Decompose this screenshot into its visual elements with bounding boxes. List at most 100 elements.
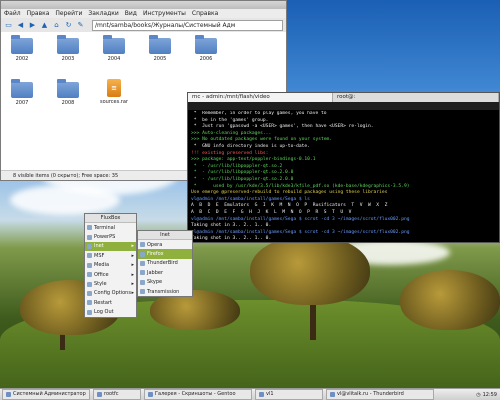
back-arrow-icon[interactable]: ◀ [16,21,25,30]
menu-item-label: Style [94,281,107,288]
app-icon [87,234,92,240]
folder-item[interactable]: 2006 [186,35,226,62]
task-label: vl1 [266,391,274,397]
browser-icon [148,392,153,397]
menu-item-style[interactable]: Style ▸ [85,279,136,288]
menu-item-label: Transmission [147,288,180,295]
submenu-item-opera[interactable]: Opera [138,240,192,249]
task-thunderbird[interactable]: vl@vlitalk.ru - Thunderbird [326,389,434,400]
terminal-tabbar: mc - admin:/mnt/flash/video root@: [188,93,499,102]
menu-item-label: Log Out [94,309,114,316]
app-icon [140,289,145,295]
file-manager-menubar: Файл Правка Перейти Закладки Вид Инструм… [1,9,286,18]
submenu-arrow-icon: ▸ [131,290,134,297]
submenu-item-firefox[interactable]: Firefox [138,249,192,259]
up-arrow-icon[interactable]: ▲ [40,21,49,30]
menu-item-media[interactable]: Media ▸ [85,261,136,270]
inet-submenu: Inet Opera Firefox ThunderBird Jabber Skype T… [137,230,193,298]
clock[interactable]: ◷ 12:59 [476,392,497,398]
task-vl1[interactable]: vl1 [255,389,323,400]
address-field[interactable]: /mnt/samba/books/Журналы/Системный Адм [92,19,283,31]
submenu-arrow-icon: ▸ [131,252,134,259]
menu-item-office[interactable]: Office ▸ [85,270,136,279]
app-icon [87,253,92,259]
archive-item[interactable]: ≡ sources.rar [94,79,134,105]
menu-item-label: Config Options [94,290,131,297]
folder-item[interactable]: 2005 [140,35,180,62]
file-manager-titlebar[interactable] [1,1,286,9]
menu-item-powerps[interactable]: PowerPS [85,232,136,241]
app-icon [87,262,92,268]
menu-help[interactable]: Справка [192,10,218,17]
folder-item[interactable]: 2007 [2,79,42,106]
submenu-item-jabber[interactable]: Jabber [138,268,192,277]
mail-icon [330,392,335,397]
folder-icon [103,35,125,54]
submenu-title: Inet [138,231,192,240]
folder-icon [11,35,33,54]
terminal-output[interactable]: * Remember, in order to play games, you … [189,111,500,241]
menu-item-label: Skype [147,279,163,286]
task-rootfc[interactable]: rootfc [93,389,141,400]
menu-file[interactable]: Файл [4,10,21,17]
task-system-admin[interactable]: Системный Администратор [2,389,90,400]
menu-item-label: Office [94,271,109,278]
app-icon [140,251,145,257]
folder-icon [11,79,33,98]
folder-item[interactable]: 2008 [48,79,88,106]
folder-item[interactable]: 2002 [2,35,42,62]
window-icon [6,392,11,397]
reload-icon[interactable]: ↻ [64,21,73,30]
menu-view[interactable]: Вид [125,10,137,17]
terminal-separator [188,102,499,110]
menu-item-label: ThunderBird [147,260,178,267]
submenu-item-thunderbird[interactable]: ThunderBird [138,259,192,268]
menu-tools[interactable]: Инструменты [143,10,186,17]
item-label: 2007 [15,100,29,106]
menu-item-msf[interactable]: MSF ▸ [85,251,136,260]
folder-item[interactable]: 2004 [94,35,134,62]
menu-item-terminal[interactable]: Terminal [85,223,136,232]
app-icon [140,270,145,276]
folder-item[interactable]: 2003 [48,35,88,62]
new-tab-icon[interactable]: ▭ [4,21,13,30]
window-icon [259,392,264,397]
menu-item-config-options[interactable]: Config Options ▸ [85,289,136,298]
menu-item-label: Terminal [94,224,116,231]
submenu-arrow-icon: ▸ [131,271,134,278]
task-label: Системный Администратор [13,391,86,397]
tab-mc[interactable]: mc - admin:/mnt/flash/video [188,93,333,102]
task-label: rootfc [104,391,119,397]
submenu-item-transmission[interactable]: Transmission [138,287,192,296]
task-gallery[interactable]: Галерея - Скриншоты - Gentoo [144,389,252,400]
task-label: Галерея - Скриншоты - Gentoo [155,391,236,397]
home-icon[interactable]: ⌂ [52,21,61,30]
app-icon [87,272,92,278]
menu-item-log-out[interactable]: Log Out [85,308,136,317]
edit-location-icon[interactable]: ✎ [76,21,85,30]
menu-item-restart[interactable]: Restart [85,298,136,307]
archive-icon: ≡ [107,79,121,97]
menu-item-label: PowerPS [94,234,116,241]
terminal-line: Taking shot in 3.. 2.. 1.. 0. [191,236,272,241]
taskbar: Системный Администратор rootfc Галерея -… [0,388,500,400]
menu-edit[interactable]: Правка [27,10,50,17]
submenu-arrow-icon: ▸ [131,243,134,250]
submenu-arrow-icon: ▸ [131,281,134,288]
menu-go[interactable]: Перейти [55,10,82,17]
menu-item-label: Firefox [147,251,164,258]
tab-root[interactable]: root@: [333,93,499,102]
menu-bookmarks[interactable]: Закладки [88,10,118,17]
terminal-window: mc - admin:/mnt/flash/video root@: * Rem… [187,92,500,243]
terminal-line: * GNU info directory index is up-to-date… [191,143,310,149]
task-label: vl@vlitalk.ru - Thunderbird [337,391,404,397]
menu-item-label: Restart [94,299,112,306]
forward-arrow-icon[interactable]: ▶ [28,21,37,30]
menu-item-inet[interactable]: Inet ▸ [85,241,136,252]
menu-item-label: Media [94,262,110,269]
app-icon [87,243,92,249]
terminal-line: >>> No outdated packages were found on y… [191,137,333,143]
folder-icon [57,35,79,54]
terminal-line: A B C D E F G H J K L M N O P R S T U V [191,209,352,215]
submenu-item-skype[interactable]: Skype [138,278,192,287]
